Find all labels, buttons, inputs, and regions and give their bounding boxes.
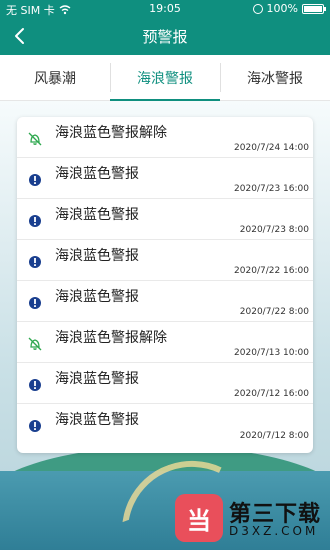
exclamation-icon (27, 418, 43, 434)
watermark: 当 第三下载 D3XZ.COM (175, 490, 325, 544)
orientation-lock-icon (252, 3, 263, 14)
battery-icon (302, 3, 326, 14)
watermark-logo: 当 (175, 494, 223, 542)
nav-bar: 预警报 (0, 18, 330, 55)
alert-title: 海浪蓝色警报 (55, 248, 139, 264)
status-bar: 无 SIM 卡 19:05 100% (0, 0, 330, 18)
alert-time: 2020/7/24 14:00 (234, 143, 309, 153)
alert-time: 2020/7/13 10:00 (234, 348, 309, 358)
tab-label: 海冰警报 (247, 70, 303, 87)
alert-title: 海浪蓝色警报 (55, 289, 139, 305)
alert-title: 海浪蓝色警报解除 (55, 330, 167, 346)
tab-storm-surge[interactable]: 风暴潮 (0, 55, 110, 100)
alert-row[interactable]: 海浪蓝色警报 2020/7/12 16:00 (17, 363, 313, 404)
exclamation-icon (27, 377, 43, 393)
exclamation-icon (27, 254, 43, 270)
alert-time: 2020/7/23 16:00 (234, 184, 309, 194)
alert-list: 海浪蓝色警报解除 2020/7/24 14:00 海浪蓝色警报 2020/7/23 1… (17, 117, 313, 453)
tab-wave-alert[interactable]: 海浪警报 (110, 55, 220, 101)
alert-row[interactable]: 海浪蓝色警报 2020/7/22 16:00 (17, 240, 313, 281)
alert-row[interactable]: 海浪蓝色警报 2020/7/12 8:00 (17, 404, 313, 445)
alert-title: 海浪蓝色警报 (55, 207, 139, 223)
alert-off-icon (27, 336, 43, 352)
exclamation-icon (27, 172, 43, 188)
alert-time: 2020/7/12 8:00 (239, 431, 309, 441)
alert-row[interactable]: 海浪蓝色警报解除 2020/7/13 10:00 (17, 322, 313, 363)
exclamation-icon (27, 213, 43, 229)
tab-label: 风暴潮 (34, 70, 76, 87)
exclamation-icon (27, 295, 43, 311)
alert-title: 海浪蓝色警报 (55, 412, 139, 428)
watermark-domain: D3XZ.COM (229, 524, 319, 538)
battery-percent: 100% (266, 2, 298, 15)
app-header: 无 SIM 卡 19:05 100% 预警报 (0, 0, 330, 55)
alert-title: 海浪蓝色警报解除 (55, 125, 167, 141)
tab-bar: 风暴潮 海浪警报 海冰警报 (0, 55, 330, 101)
alert-row[interactable]: 海浪蓝色警报 2020/7/22 8:00 (17, 281, 313, 322)
alert-time: 2020/7/12 16:00 (234, 389, 309, 399)
alert-row[interactable]: 海浪蓝色警报解除 2020/7/24 14:00 (17, 117, 313, 158)
alert-time: 2020/7/22 8:00 (239, 307, 309, 317)
alert-row[interactable]: 海浪蓝色警报 2020/7/23 16:00 (17, 158, 313, 199)
tab-label: 海浪警报 (137, 70, 193, 87)
status-right: 100% (252, 2, 326, 15)
alert-row[interactable]: 海浪蓝色警报 2020/7/23 8:00 (17, 199, 313, 240)
alert-title: 海浪蓝色警报 (55, 166, 139, 182)
page-title: 预警报 (142, 28, 188, 46)
alert-time: 2020/7/22 16:00 (234, 266, 309, 276)
alert-off-icon (27, 131, 43, 147)
alert-title: 海浪蓝色警报 (55, 371, 139, 387)
alert-time: 2020/7/23 8:00 (239, 225, 309, 235)
tab-sea-ice-alert[interactable]: 海冰警报 (220, 55, 330, 100)
